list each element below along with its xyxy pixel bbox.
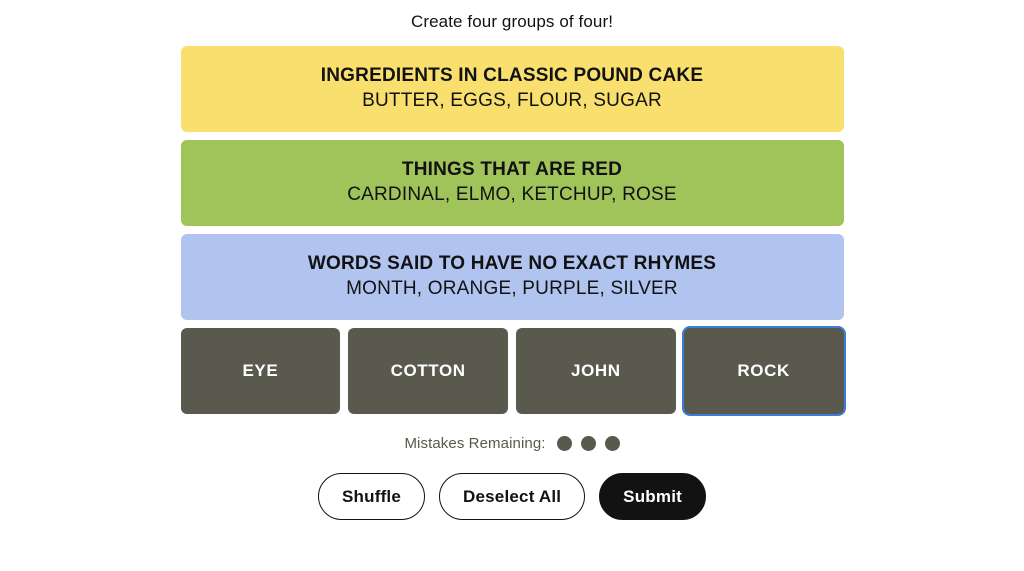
submit-button[interactable]: Submit bbox=[599, 473, 706, 520]
tile-row: EYE COTTON JOHN ROCK bbox=[180, 328, 844, 414]
shuffle-button[interactable]: Shuffle bbox=[318, 473, 426, 520]
mistakes-remaining: Mistakes Remaining: bbox=[404, 432, 620, 454]
mistakes-label: Mistakes Remaining: bbox=[404, 434, 546, 452]
solved-group-green: THINGS THAT ARE RED CARDINAL, ELMO, KETC… bbox=[180, 140, 844, 226]
page-tagline: Create four groups of four! bbox=[410, 12, 614, 31]
solved-group-members: BUTTER, EGGS, FLOUR, SUGAR bbox=[362, 90, 662, 111]
game-controls: Shuffle Deselect All Submit bbox=[318, 473, 706, 520]
tile-cotton[interactable]: COTTON bbox=[348, 328, 508, 414]
solved-group-title: INGREDIENTS IN CLASSIC POUND CAKE bbox=[320, 65, 704, 86]
mistake-bubble bbox=[556, 435, 572, 451]
solved-group-title: THINGS THAT ARE RED bbox=[401, 159, 623, 180]
connections-game: Create four groups of four! INGREDIENTS … bbox=[0, 0, 1024, 571]
tile-rock[interactable]: ROCK bbox=[683, 328, 844, 414]
mistake-bubble bbox=[604, 435, 620, 451]
game-board: INGREDIENTS IN CLASSIC POUND CAKE BUTTER… bbox=[180, 46, 844, 414]
solved-group-members: CARDINAL, ELMO, KETCHUP, ROSE bbox=[347, 184, 677, 205]
solved-group-members: MONTH, ORANGE, PURPLE, SILVER bbox=[346, 278, 678, 299]
solved-group-yellow: INGREDIENTS IN CLASSIC POUND CAKE BUTTER… bbox=[180, 46, 844, 132]
tile-john[interactable]: JOHN bbox=[516, 328, 676, 414]
deselect-all-button[interactable]: Deselect All bbox=[439, 473, 586, 520]
tile-eye[interactable]: EYE bbox=[180, 328, 341, 414]
solved-group-blue: WORDS SAID TO HAVE NO EXACT RHYMES MONTH… bbox=[180, 234, 844, 320]
mistake-bubble bbox=[580, 435, 596, 451]
mistake-bubbles bbox=[556, 435, 620, 451]
solved-group-title: WORDS SAID TO HAVE NO EXACT RHYMES bbox=[307, 253, 717, 274]
